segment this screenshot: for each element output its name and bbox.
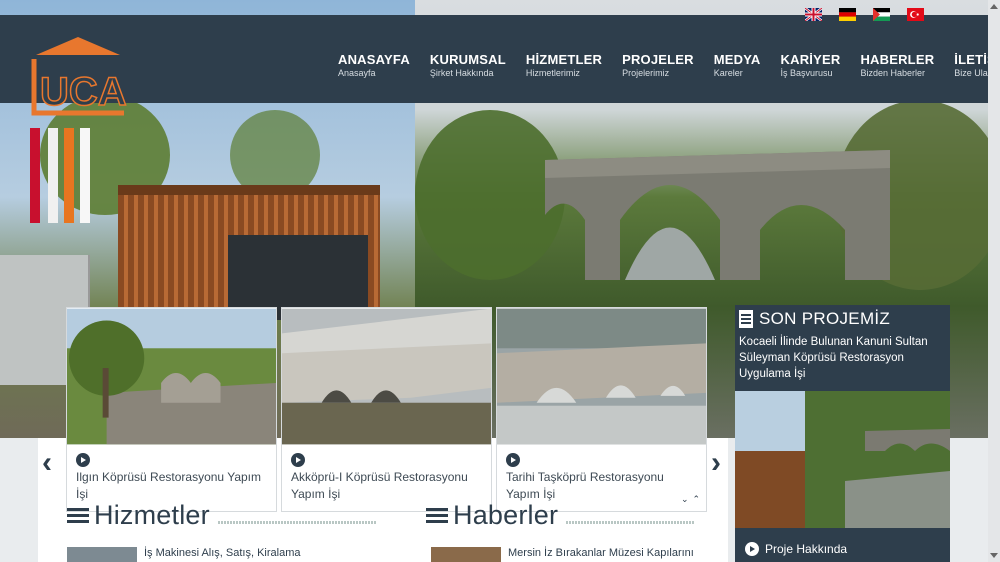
nav-home[interactable]: ANASAYFA Anasayfa: [338, 52, 410, 78]
project-about-button[interactable]: Proje Hakkında: [745, 542, 847, 556]
project-card[interactable]: Ilgın Köprüsü Restorasyonu Yapım İşi: [66, 307, 277, 512]
list-icon: [426, 507, 448, 524]
page-scrollbar[interactable]: [988, 0, 1000, 562]
project-image: [282, 308, 491, 445]
nav-services[interactable]: HİZMETLER Hizmetlerimiz: [526, 52, 602, 78]
arrow-circle-icon: [745, 542, 759, 556]
services-title: Hizmetler: [94, 500, 210, 530]
service-item-text: İş Makinesi Alış, Satış, Kiralama: [144, 547, 301, 559]
nav-subtitle: Hizmetlerimiz: [525, 68, 580, 78]
latest-project-panel: SON PROJEMİZ Kocaeli İlinde Bulunan Kanu…: [735, 305, 950, 562]
latest-project-heading: SON PROJEMİZ: [739, 309, 890, 329]
germany-flag-icon[interactable]: [839, 8, 856, 21]
nav-subtitle: İş Başvurusu: [780, 68, 833, 78]
project-image: [67, 308, 276, 445]
palestine-flag-icon[interactable]: [873, 8, 890, 21]
logo-text: UCA: [40, 70, 127, 114]
project-about-label: Proje Hakkında: [765, 542, 848, 556]
nav-news[interactable]: HABERLER Bizden Haberler: [860, 52, 934, 78]
news-title: Haberler: [453, 500, 559, 530]
nav-media[interactable]: MEDYA Kareler: [714, 52, 761, 78]
latest-project-title: SON PROJEMİZ: [759, 309, 891, 328]
nav-title: KARİYER: [780, 52, 841, 67]
scroll-down-icon[interactable]: [990, 553, 998, 558]
nav-title: ANASAYFA: [338, 52, 410, 67]
service-thumb: [67, 547, 137, 562]
turkey-flag-icon[interactable]: [907, 8, 924, 21]
nav-title: MEDYA: [713, 52, 761, 67]
news-item-text: Mersin İz Bırakanlar Müzesi Kapılarını: [508, 547, 694, 559]
building-icon: [739, 310, 753, 328]
project-caption: Ilgın Köprüsü Restorasyonu Yapım İşi: [76, 470, 261, 501]
main-navbar: UCA ANASAYFA Anasayfa KURUMSAL Şirket Ha…: [0, 15, 1000, 116]
nav-subtitle: Anasayfa: [338, 68, 376, 78]
news-thumb: [431, 547, 501, 562]
project-card[interactable]: Tarihi Taşköprü Restorasyonu Yapım İşi: [496, 307, 707, 512]
nav-title: PROJELER: [622, 52, 694, 67]
news-item[interactable]: Mersin İz Bırakanlar Müzesi Kapılarını: [431, 547, 694, 562]
arrow-circle-icon: [506, 453, 520, 467]
nav-subtitle: Projelerimiz: [622, 68, 670, 78]
latest-project-image: [735, 391, 950, 528]
stone-bridge-graphic: [545, 150, 890, 280]
project-caption-block: Tarihi Taşköprü Restorasyonu Yapım İşi: [506, 453, 698, 503]
nav-subtitle: Şirket Hakkında: [429, 68, 494, 78]
company-logo[interactable]: UCA: [28, 35, 128, 117]
nav-title: KURUMSAL: [429, 52, 506, 67]
divider: [566, 521, 695, 524]
uk-flag-icon[interactable]: [805, 8, 822, 21]
project-caption: Akköprü-I Köprüsü Restorasyonu Yapım İşi: [291, 470, 468, 501]
nav-title: HİZMETLER: [525, 52, 603, 67]
nav-title: HABERLER: [860, 52, 935, 67]
nav-projects[interactable]: PROJELER Projelerimiz: [622, 52, 694, 78]
nav-subtitle: Bizden Haberler: [860, 68, 925, 78]
nav-career[interactable]: KARİYER İş Başvurusu: [781, 52, 841, 78]
project-caption-block: Akköprü-I Köprüsü Restorasyonu Yapım İşi: [291, 453, 483, 503]
services-heading: Hizmetler: [67, 500, 376, 531]
news-heading: Haberler: [426, 500, 695, 531]
language-switcher: [805, 8, 924, 21]
nav-subtitle: Kareler: [713, 68, 743, 78]
service-item[interactable]: İş Makinesi Alış, Satış, Kiralama: [67, 547, 301, 562]
project-card[interactable]: Akköprü-I Köprüsü Restorasyonu Yapım İşi: [281, 307, 492, 512]
slider-next-icon[interactable]: ›: [711, 448, 721, 478]
nav-corporate[interactable]: KURUMSAL Şirket Hakkında: [430, 52, 506, 78]
main-nav: ANASAYFA Anasayfa KURUMSAL Şirket Hakkın…: [338, 52, 1000, 78]
project-caption: Tarihi Taşköprü Restorasyonu Yapım İşi: [506, 470, 664, 501]
scroll-up-icon[interactable]: [990, 4, 998, 9]
arrow-circle-icon: [291, 453, 305, 467]
divider: [217, 521, 376, 524]
list-icon: [67, 507, 89, 524]
project-caption-block: Ilgın Köprüsü Restorasyonu Yapım İşi: [76, 453, 268, 503]
arrow-circle-icon: [76, 453, 90, 467]
project-image: [497, 308, 706, 445]
slider-prev-icon[interactable]: ‹: [42, 448, 52, 478]
latest-project-text: Kocaeli İlinde Bulunan Kanuni Sultan Sül…: [739, 336, 928, 380]
